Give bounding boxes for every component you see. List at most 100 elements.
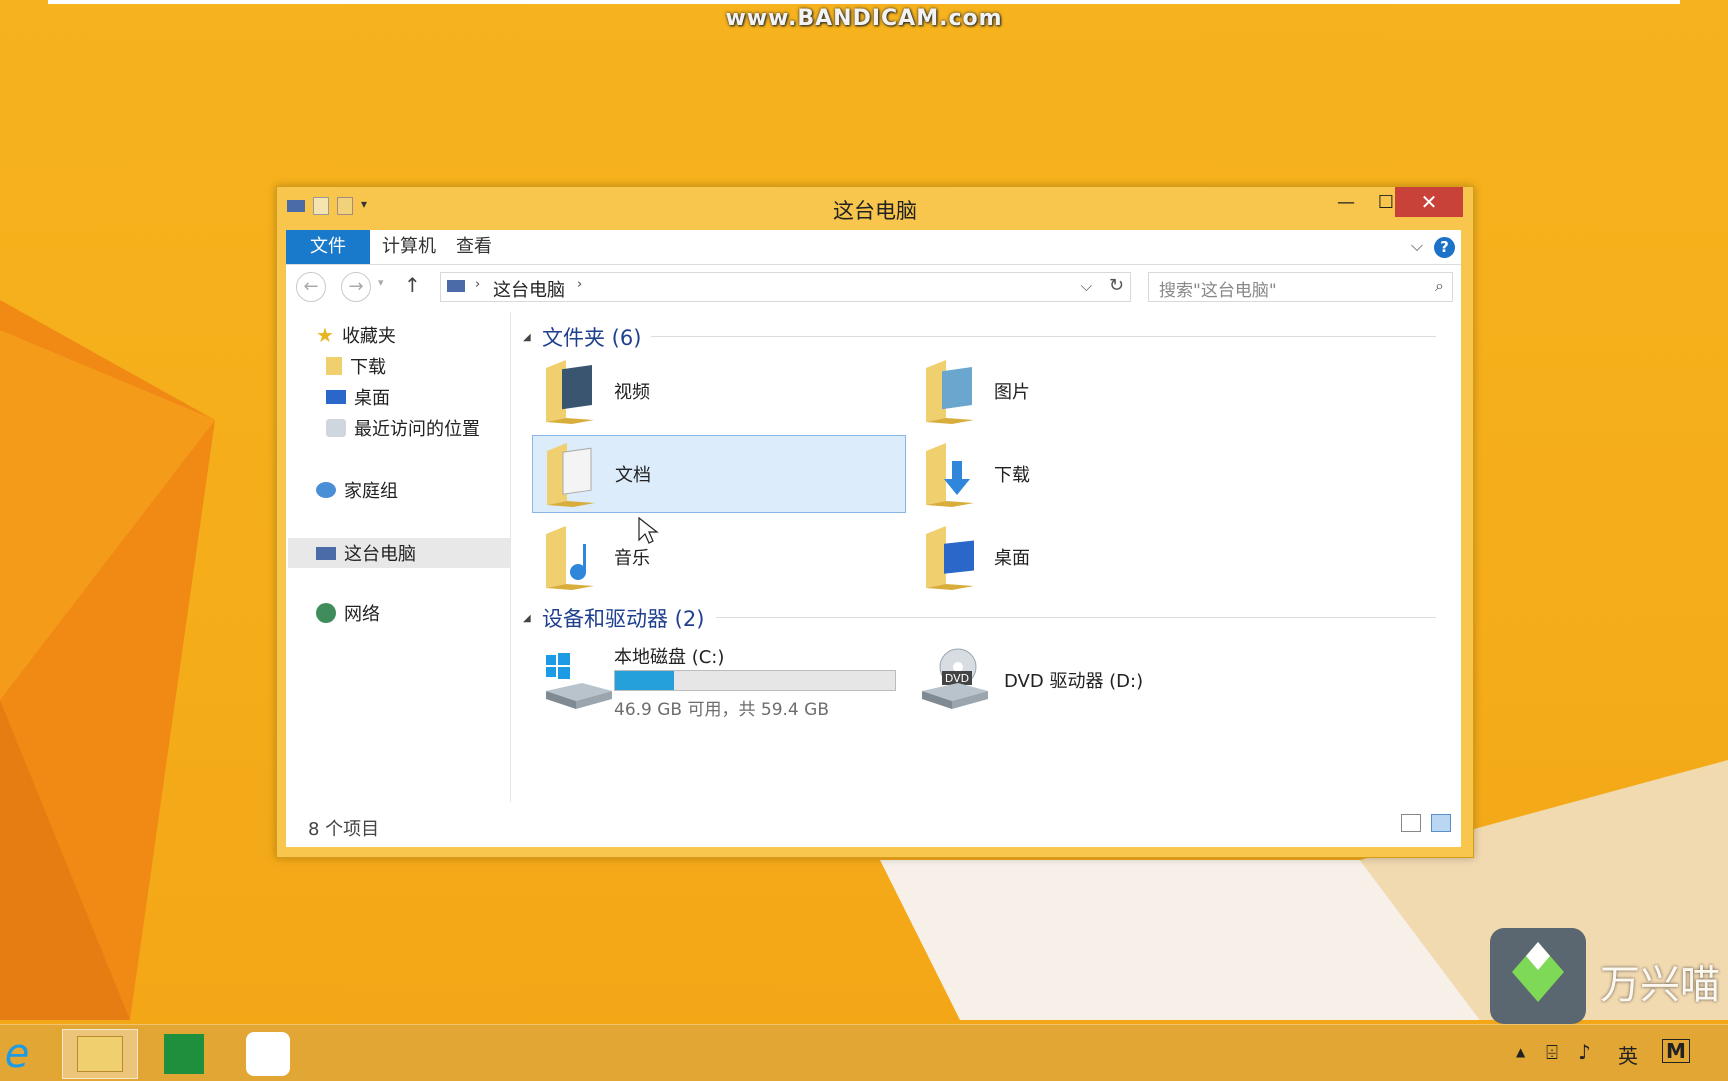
group-devices-header[interactable]: 设备和驱动器 (2) bbox=[542, 603, 704, 633]
folder-documents[interactable]: 文档 bbox=[532, 435, 906, 513]
navigation-bar: ← → ▾ ↑ › 这台电脑 › ⌵ ↻ 搜索"这台电脑" ⌕ bbox=[286, 265, 1461, 311]
tab-view[interactable]: 查看 bbox=[446, 230, 502, 264]
address-bar[interactable]: › 这台电脑 › ⌵ ↻ bbox=[440, 272, 1131, 302]
tab-file[interactable]: 文件 bbox=[286, 230, 370, 264]
folder-downloads[interactable]: 下载 bbox=[912, 435, 1286, 513]
chevron-right-icon[interactable]: › bbox=[475, 277, 480, 292]
folder-label: 桌面 bbox=[994, 548, 1030, 569]
nav-this-pc-label: 这台电脑 bbox=[344, 544, 416, 565]
folder-label: 下载 bbox=[994, 465, 1030, 486]
show-hidden-icons-icon[interactable]: ▲ bbox=[1516, 1045, 1525, 1059]
nav-favorites[interactable]: ★ 收藏夹 bbox=[316, 322, 396, 348]
dvd-badge: DVD bbox=[945, 672, 969, 685]
help-icon[interactable]: ? bbox=[1434, 237, 1455, 258]
network-tray-icon[interactable]: ⌹ bbox=[1546, 1040, 1558, 1064]
folder-desktop[interactable]: 桌面 bbox=[912, 518, 1286, 596]
back-button[interactable]: ← bbox=[296, 272, 326, 302]
address-dropdown-icon[interactable]: ⌵ bbox=[1081, 277, 1092, 295]
up-button[interactable]: ↑ bbox=[404, 273, 421, 297]
status-bar: 8 个项目 bbox=[286, 802, 1461, 846]
pictures-folder-icon bbox=[922, 358, 980, 424]
cloud-app-button[interactable] bbox=[230, 1029, 306, 1079]
drive-c-info: 本地磁盘 (C:) 46.9 GB 可用，共 59.4 GB bbox=[614, 635, 904, 725]
nav-downloads[interactable]: 下载 bbox=[326, 353, 386, 379]
folder-label: 音乐 bbox=[614, 548, 650, 569]
window-title: 这台电脑 bbox=[833, 199, 917, 223]
tab-computer[interactable]: 计算机 bbox=[372, 230, 446, 264]
folder-music[interactable]: 音乐 bbox=[532, 518, 906, 596]
nav-homegroup-label: 家庭组 bbox=[344, 481, 398, 502]
store-button[interactable] bbox=[146, 1029, 222, 1079]
downloads-folder-icon bbox=[326, 357, 342, 375]
internet-explorer-button[interactable]: e bbox=[0, 1029, 44, 1079]
desktop-icon bbox=[326, 390, 346, 404]
drive-c-usage-fill bbox=[615, 671, 674, 690]
recent-locations-icon[interactable]: ▾ bbox=[378, 276, 384, 289]
ime-mode-indicator[interactable]: M bbox=[1662, 1039, 1690, 1063]
nav-this-pc[interactable]: 这台电脑 bbox=[288, 538, 510, 568]
store-icon bbox=[164, 1034, 204, 1074]
large-icons-view-icon[interactable] bbox=[1431, 814, 1451, 832]
search-icon[interactable]: ⌕ bbox=[1435, 276, 1444, 296]
refresh-icon[interactable]: ↻ bbox=[1109, 275, 1124, 296]
ie-icon: e bbox=[4, 1031, 30, 1077]
music-folder-icon bbox=[542, 524, 600, 590]
group-divider bbox=[651, 336, 1436, 337]
brand-watermark-text: 万兴喵 bbox=[1600, 962, 1720, 1008]
close-button[interactable]: ✕ bbox=[1395, 187, 1463, 217]
downloads-folder-icon bbox=[922, 441, 980, 507]
windows-drive-icon bbox=[542, 647, 614, 713]
drive-c[interactable]: 本地磁盘 (C:) 46.9 GB 可用，共 59.4 GB bbox=[532, 635, 906, 725]
nav-network-label: 网络 bbox=[344, 604, 380, 625]
folder-videos[interactable]: 视频 bbox=[532, 352, 906, 430]
navigation-pane: ★ 收藏夹 下载 桌面 最近访问的位置 家庭组 这台电脑 网络 bbox=[286, 312, 511, 802]
search-input[interactable]: 搜索"这台电脑" ⌕ bbox=[1148, 272, 1453, 302]
nav-desktop[interactable]: 桌面 bbox=[326, 384, 390, 410]
breadcrumb-this-pc[interactable]: 这台电脑 bbox=[493, 276, 565, 302]
drive-d[interactable]: DVD DVD 驱动器 (D:) bbox=[908, 635, 1282, 725]
drive-c-label: 本地磁盘 (C:) bbox=[614, 647, 725, 668]
drive-c-usage-bar bbox=[614, 670, 896, 691]
chevron-right-icon[interactable]: › bbox=[577, 277, 582, 292]
videos-folder-icon bbox=[542, 358, 600, 424]
collapse-group-icon[interactable]: ◢ bbox=[523, 613, 531, 624]
desktop-folder-icon bbox=[922, 524, 980, 590]
mouse-cursor-icon bbox=[638, 516, 659, 544]
collapse-group-icon[interactable]: ◢ bbox=[523, 332, 531, 343]
folder-label: 图片 bbox=[994, 382, 1030, 403]
taskbar: e ▲ ⌹ ♪ 英 M bbox=[0, 1024, 1728, 1081]
forward-button[interactable]: → bbox=[341, 272, 371, 302]
baidu-cloud-icon bbox=[246, 1032, 290, 1076]
title-bar: ▾ 这台电脑 — ☐ ✕ bbox=[277, 187, 1473, 229]
drive-c-space: 46.9 GB 可用，共 59.4 GB bbox=[614, 700, 829, 720]
computer-icon bbox=[316, 546, 336, 560]
computer-icon bbox=[447, 280, 465, 292]
search-placeholder: 搜索"这台电脑" bbox=[1159, 281, 1277, 301]
ribbon: 文件 计算机 查看 ⌵ ? bbox=[286, 230, 1461, 265]
ime-indicator[interactable]: 英 bbox=[1618, 1040, 1638, 1069]
nav-favorites-label: 收藏夹 bbox=[341, 326, 396, 347]
minimize-button[interactable]: — bbox=[1327, 187, 1365, 217]
nav-desktop-label: 桌面 bbox=[354, 388, 390, 409]
group-divider bbox=[716, 617, 1436, 618]
expand-ribbon-icon[interactable]: ⌵ bbox=[1411, 236, 1423, 256]
nav-recent[interactable]: 最近访问的位置 bbox=[326, 415, 480, 441]
nav-network[interactable]: 网络 bbox=[316, 600, 380, 626]
group-folders-header[interactable]: 文件夹 (6) bbox=[542, 322, 641, 352]
recent-places-icon bbox=[326, 419, 346, 437]
star-icon: ★ bbox=[316, 323, 334, 347]
file-explorer-button[interactable] bbox=[62, 1029, 138, 1079]
explorer-window: ▾ 这台电脑 — ☐ ✕ 文件 计算机 查看 ⌵ ? ← → ▾ ↑ › 这台电… bbox=[276, 186, 1474, 858]
volume-icon[interactable]: ♪ bbox=[1578, 1040, 1591, 1064]
file-explorer-icon bbox=[77, 1036, 123, 1072]
dvd-drive-icon: DVD bbox=[918, 647, 990, 713]
content-pane: ◢ 文件夹 (6) 视频 图片 文档 下载 音乐 桌面 ◢ 设备和驱动器 (2)… bbox=[511, 312, 1461, 802]
details-view-icon[interactable] bbox=[1401, 814, 1421, 832]
folder-pictures[interactable]: 图片 bbox=[912, 352, 1286, 430]
filmora-logo-icon bbox=[1490, 928, 1586, 1024]
nav-homegroup[interactable]: 家庭组 bbox=[316, 477, 398, 503]
window-content: 文件 计算机 查看 ⌵ ? ← → ▾ ↑ › 这台电脑 › ⌵ ↻ 搜索"这台… bbox=[286, 230, 1461, 847]
network-icon bbox=[316, 603, 336, 623]
folder-label: 视频 bbox=[614, 382, 650, 403]
nav-downloads-label: 下载 bbox=[350, 357, 386, 378]
